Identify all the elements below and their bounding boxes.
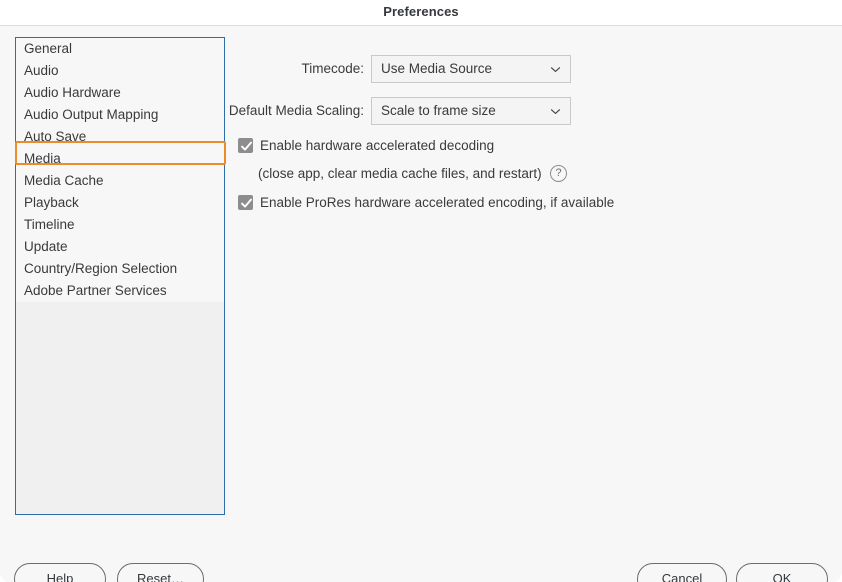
sidebar-item-general[interactable]: General (16, 38, 224, 60)
help-button[interactable]: Help (14, 563, 106, 582)
sidebar-item-media-cache[interactable]: Media Cache (16, 170, 224, 192)
chevron-down-icon (550, 106, 561, 117)
prores-encoding-label: Enable ProRes hardware accelerated encod… (260, 194, 614, 212)
check-icon (240, 140, 253, 153)
ok-button[interactable]: OK (736, 563, 828, 582)
restart-note-text: (close app, clear media cache files, and… (258, 165, 542, 183)
sidebar-item-playback[interactable]: Playback (16, 192, 224, 214)
hw-decoding-checkbox[interactable] (238, 138, 253, 153)
sidebar-item-audio-output-mapping[interactable]: Audio Output Mapping (16, 104, 224, 126)
sidebar-item-media[interactable]: Media (16, 148, 224, 170)
dialog-title: Preferences (0, 4, 842, 19)
reset-button[interactable]: Reset… (117, 563, 204, 582)
timecode-row: Timecode: Use Media Source (236, 55, 571, 83)
media-scaling-row: Default Media Scaling: Scale to frame si… (236, 97, 571, 125)
timecode-select[interactable]: Use Media Source (371, 55, 571, 83)
sidebar-item-audio[interactable]: Audio (16, 60, 224, 82)
sidebar-item-update[interactable]: Update (16, 236, 224, 258)
timecode-label: Timecode: (301, 55, 364, 83)
title-bar: Preferences (0, 0, 842, 26)
sidebar-item-timeline[interactable]: Timeline (16, 214, 224, 236)
sidebar-item-country-region-selection[interactable]: Country/Region Selection (16, 258, 224, 280)
media-scaling-label: Default Media Scaling: (229, 97, 364, 125)
chevron-down-icon (550, 64, 561, 75)
settings-panel: Timecode: Use Media Source Default Media… (236, 27, 842, 582)
category-list[interactable]: General Audio Audio Hardware Audio Outpu… (15, 37, 225, 515)
sidebar-item-auto-save[interactable]: Auto Save (16, 126, 224, 148)
hw-decoding-label: Enable hardware accelerated decoding (260, 137, 494, 155)
check-icon (240, 197, 253, 210)
sidebar-item-audio-hardware[interactable]: Audio Hardware (16, 82, 224, 104)
preferences-dialog: Preferences General Audio Audio Hardware… (0, 0, 842, 582)
media-scaling-select[interactable]: Scale to frame size (371, 97, 571, 125)
sidebar-item-adobe-partner-services[interactable]: Adobe Partner Services (16, 280, 224, 302)
prores-encoding-checkbox[interactable] (238, 195, 253, 210)
cancel-button[interactable]: Cancel (637, 563, 727, 582)
dialog-body: General Audio Audio Hardware Audio Outpu… (0, 27, 842, 582)
category-list-items: General Audio Audio Hardware Audio Outpu… (16, 38, 224, 302)
timecode-select-value: Use Media Source (381, 56, 492, 82)
help-icon[interactable]: ? (550, 165, 567, 182)
media-scaling-select-value: Scale to frame size (381, 98, 496, 124)
